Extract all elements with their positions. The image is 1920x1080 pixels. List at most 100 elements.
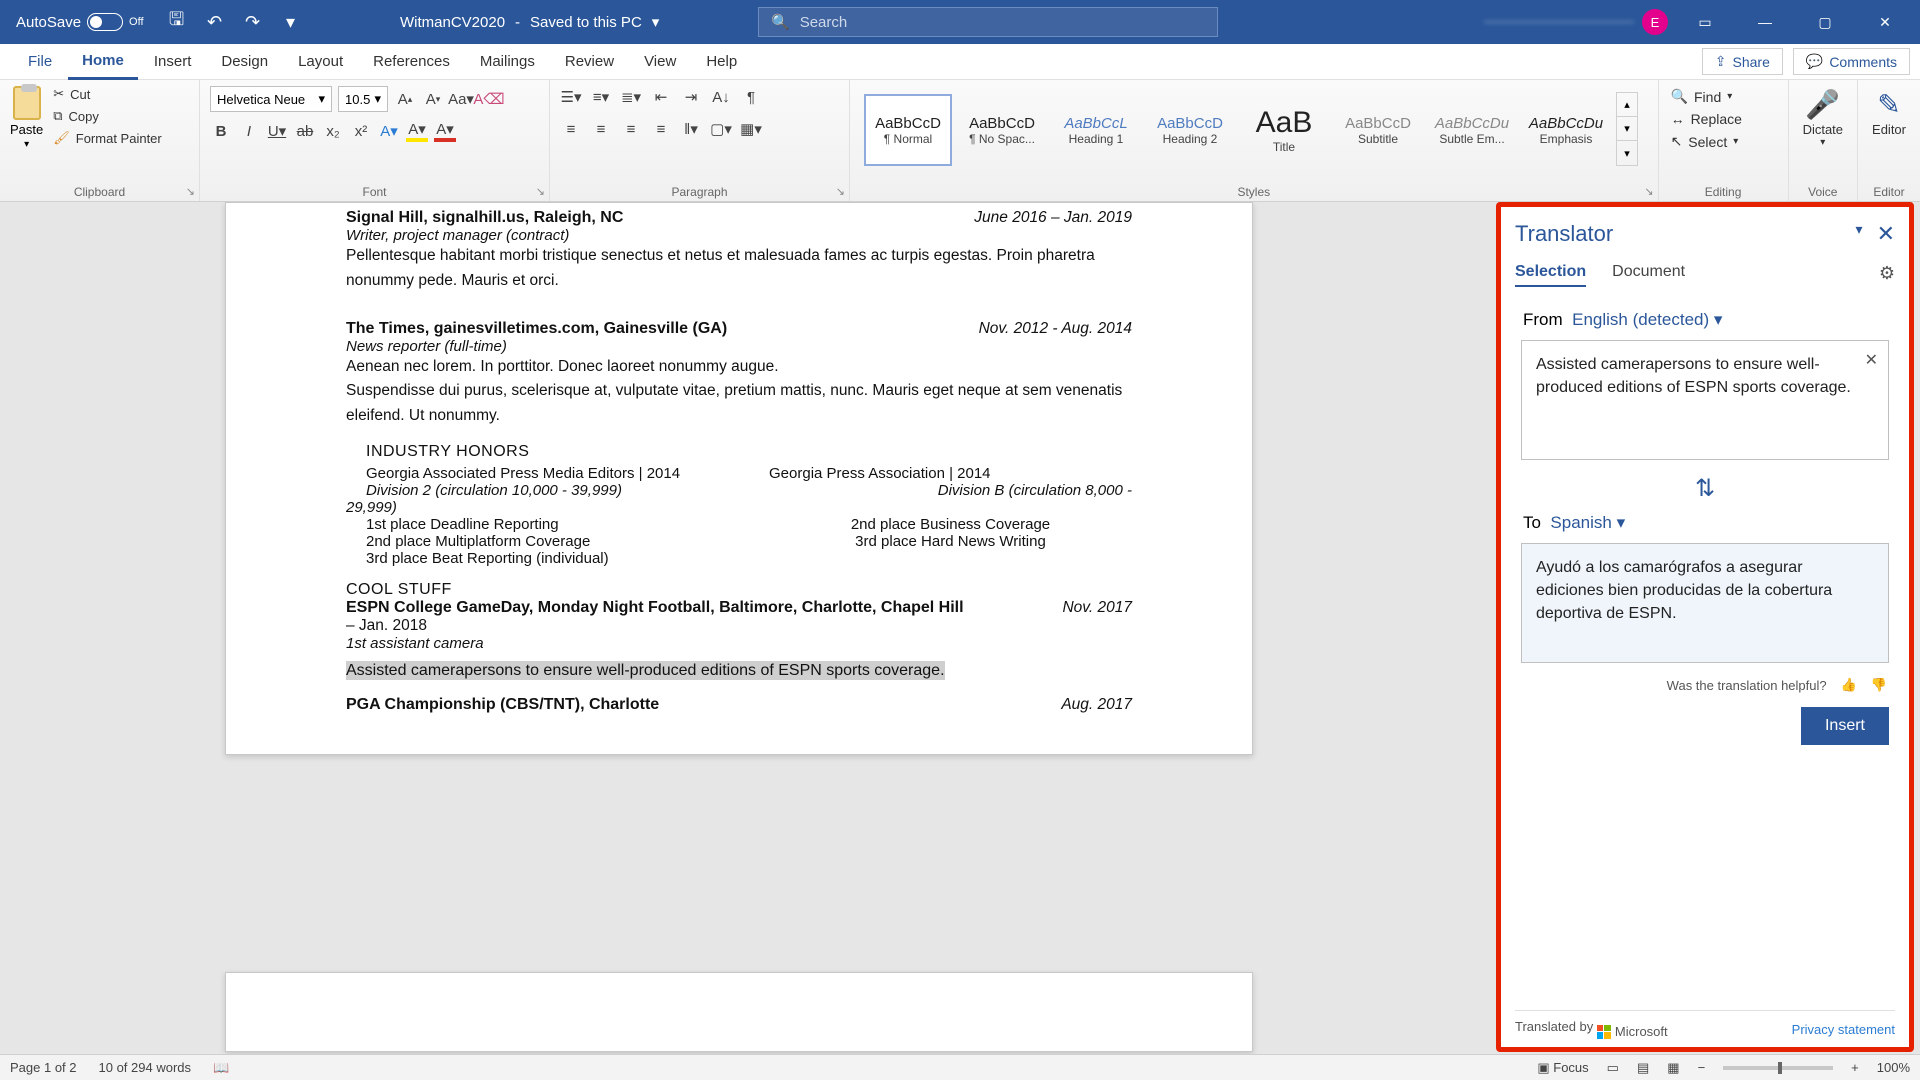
tab-selection[interactable]: Selection xyxy=(1515,263,1586,287)
strikethrough-button[interactable]: ab xyxy=(294,120,316,142)
close-icon[interactable]: ✕ xyxy=(1877,221,1895,247)
decrease-indent-icon[interactable]: ⇤ xyxy=(650,86,672,108)
justify-icon[interactable]: ≡ xyxy=(650,118,672,140)
increase-font-icon[interactable]: A▴ xyxy=(394,88,416,110)
style-normal[interactable]: AaBbCcD¶ Normal xyxy=(864,94,952,166)
highlight-icon[interactable]: A▾ xyxy=(406,120,428,142)
search-input[interactable]: 🔍 Search xyxy=(758,7,1218,37)
word-count[interactable]: 10 of 294 words xyxy=(99,1060,192,1075)
customize-qat-icon[interactable]: ▾ xyxy=(282,13,300,31)
page-indicator[interactable]: Page 1 of 2 xyxy=(10,1060,77,1075)
zoom-out-icon[interactable]: − xyxy=(1698,1060,1706,1075)
font-family-select[interactable]: Helvetica Neue▾ xyxy=(210,86,332,112)
tab-mailings[interactable]: Mailings xyxy=(466,44,549,80)
swap-languages-button[interactable]: ⇅ xyxy=(1515,474,1895,503)
sort-icon[interactable]: A↓ xyxy=(710,86,732,108)
web-layout-icon[interactable]: ▦ xyxy=(1667,1060,1679,1076)
zoom-level[interactable]: 100% xyxy=(1877,1060,1910,1075)
style-heading2[interactable]: AaBbCcDHeading 2 xyxy=(1146,94,1234,166)
tab-help[interactable]: Help xyxy=(692,44,751,80)
style-heading1[interactable]: AaBbCcLHeading 1 xyxy=(1052,94,1140,166)
dialog-launcher-icon[interactable]: ↘ xyxy=(1644,185,1653,198)
select-button[interactable]: ↖Select▾ xyxy=(1671,133,1776,150)
tab-layout[interactable]: Layout xyxy=(284,44,357,80)
save-icon[interactable]: 🖫 xyxy=(168,13,186,31)
replace-button[interactable]: ↔Replace xyxy=(1671,111,1776,127)
pane-options-icon[interactable]: ▾ xyxy=(1856,221,1863,247)
zoom-in-icon[interactable]: + xyxy=(1851,1060,1859,1075)
source-text-box[interactable]: Assisted camerapersons to ensure well-pr… xyxy=(1521,340,1889,460)
zoom-slider[interactable] xyxy=(1723,1066,1833,1070)
gallery-more-icon[interactable]: ▾ xyxy=(1617,141,1637,165)
chevron-down-icon[interactable]: ▾ xyxy=(24,139,29,150)
underline-button[interactable]: U▾ xyxy=(266,120,288,142)
increase-indent-icon[interactable]: ⇥ xyxy=(680,86,702,108)
tab-view[interactable]: View xyxy=(630,44,690,80)
close-icon[interactable]: ✕ xyxy=(1862,0,1908,44)
multilevel-icon[interactable]: ≣▾ xyxy=(620,86,642,108)
spelling-icon[interactable]: 📖 xyxy=(213,1060,229,1076)
dialog-launcher-icon[interactable]: ↘ xyxy=(186,185,195,198)
tab-design[interactable]: Design xyxy=(207,44,282,80)
paste-button[interactable]: Paste ▾ xyxy=(10,86,43,199)
gallery-up-icon[interactable]: ▴ xyxy=(1617,93,1637,117)
tab-home[interactable]: Home xyxy=(68,44,138,80)
decrease-font-icon[interactable]: A▾ xyxy=(422,88,444,110)
print-layout-icon[interactable]: ▤ xyxy=(1637,1060,1649,1076)
tab-review[interactable]: Review xyxy=(551,44,628,80)
bold-button[interactable]: B xyxy=(210,120,232,142)
find-button[interactable]: 🔍Find▾ xyxy=(1671,88,1776,105)
align-right-icon[interactable]: ≡ xyxy=(620,118,642,140)
format-painter-button[interactable]: 🖌Format Painter xyxy=(53,130,162,146)
style-title[interactable]: AaBTitle xyxy=(1240,94,1328,166)
font-color-icon[interactable]: A▾ xyxy=(434,120,456,142)
show-marks-icon[interactable]: ¶ xyxy=(740,86,762,108)
line-spacing-icon[interactable]: ‖▾ xyxy=(680,118,702,140)
thumbs-up-icon[interactable]: 👍 xyxy=(1841,677,1857,693)
from-language-select[interactable]: English (detected) ▾ xyxy=(1572,310,1722,329)
clear-formatting-icon[interactable]: A⌫ xyxy=(478,88,500,110)
insert-button[interactable]: Insert xyxy=(1801,707,1889,745)
thumbs-down-icon[interactable]: 👎 xyxy=(1871,677,1887,693)
superscript-button[interactable]: x² xyxy=(350,120,372,142)
numbering-icon[interactable]: ≡▾ xyxy=(590,86,612,108)
borders-icon[interactable]: ▦▾ xyxy=(740,118,762,140)
page-1[interactable]: Signal Hill, signalhill.us, Raleigh, NCJ… xyxy=(225,202,1253,755)
subscript-button[interactable]: x₂ xyxy=(322,120,344,142)
change-case-icon[interactable]: Aa▾ xyxy=(450,88,472,110)
align-center-icon[interactable]: ≡ xyxy=(590,118,612,140)
autosave-toggle[interactable]: AutoSave Off xyxy=(0,13,144,31)
ribbon-display-icon[interactable]: ▭ xyxy=(1682,0,1728,44)
cut-button[interactable]: ✂Cut xyxy=(53,86,162,102)
gear-icon[interactable]: ⚙ xyxy=(1879,263,1895,284)
to-language-select[interactable]: Spanish ▾ xyxy=(1550,513,1625,532)
styles-gallery[interactable]: AaBbCcD¶ Normal AaBbCcD¶ No Spac... AaBb… xyxy=(860,86,1648,190)
bullets-icon[interactable]: ☰▾ xyxy=(560,86,582,108)
text-effects-icon[interactable]: A▾ xyxy=(378,120,400,142)
dictate-button[interactable]: 🎤 Dictate ▾ Voice xyxy=(1789,80,1858,201)
tab-document[interactable]: Document xyxy=(1612,263,1685,287)
dialog-launcher-icon[interactable]: ↘ xyxy=(536,185,545,198)
privacy-link[interactable]: Privacy statement xyxy=(1792,1022,1895,1037)
comments-button[interactable]: 💬 Comments xyxy=(1793,48,1910,75)
clear-icon[interactable]: ✕ xyxy=(1865,349,1878,372)
tab-references[interactable]: References xyxy=(359,44,464,80)
style-subtitle[interactable]: AaBbCcDSubtitle xyxy=(1334,94,1422,166)
style-no-spacing[interactable]: AaBbCcD¶ No Spac... xyxy=(958,94,1046,166)
shading-icon[interactable]: ▢▾ xyxy=(710,118,732,140)
tab-insert[interactable]: Insert xyxy=(140,44,206,80)
italic-button[interactable]: I xyxy=(238,120,260,142)
minimize-icon[interactable]: — xyxy=(1742,0,1788,44)
style-subtle-emphasis[interactable]: AaBbCcDuSubtle Em... xyxy=(1428,94,1516,166)
share-button[interactable]: ⇪ Share xyxy=(1702,48,1783,75)
maximize-icon[interactable]: ▢ xyxy=(1802,0,1848,44)
copy-button[interactable]: ⧉Copy xyxy=(53,108,162,124)
undo-icon[interactable]: ↶ xyxy=(206,13,224,31)
dialog-launcher-icon[interactable]: ↘ xyxy=(836,185,845,198)
account-button[interactable]: E xyxy=(1484,9,1668,35)
gallery-down-icon[interactable]: ▾ xyxy=(1617,117,1637,141)
chevron-down-icon[interactable]: ▾ xyxy=(652,13,660,31)
editor-button[interactable]: ✎ Editor Editor xyxy=(1858,80,1920,201)
font-size-select[interactable]: 10.5▾ xyxy=(338,86,388,112)
read-mode-icon[interactable]: ▭ xyxy=(1607,1060,1619,1076)
